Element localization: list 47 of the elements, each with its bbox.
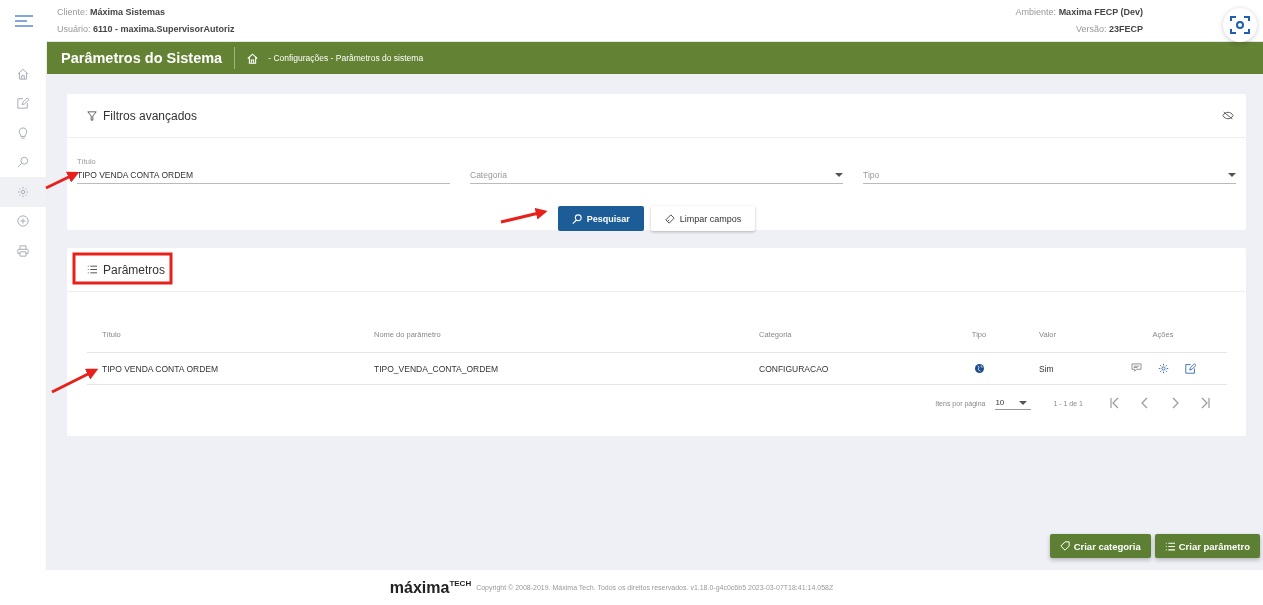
printer-icon xyxy=(17,244,29,257)
eraser-icon xyxy=(664,213,675,224)
plus-circle-icon xyxy=(17,215,29,228)
edit-icon xyxy=(17,97,29,110)
clear-button[interactable]: Limpar campos xyxy=(650,206,756,231)
first-page-icon[interactable] xyxy=(1109,397,1121,409)
scan-button[interactable] xyxy=(1223,8,1257,42)
search-icon xyxy=(571,213,582,224)
table-cell-text: CONFIGURACAO xyxy=(759,363,830,374)
filters-title: Filtros avançados xyxy=(103,108,198,123)
search-button[interactable]: Pesquisar xyxy=(557,206,644,231)
table-cell-text: TIPO VENDA CONTA ORDEM xyxy=(102,363,220,374)
gear-icon[interactable] xyxy=(1157,363,1169,374)
annotation-arrow xyxy=(45,171,80,190)
create-parameter-button[interactable]: Criar parâmetro xyxy=(1154,534,1260,558)
eye-slash-icon[interactable] xyxy=(1222,111,1234,120)
page-size-select[interactable]: 10 xyxy=(995,396,1032,410)
scan-icon xyxy=(1230,15,1250,35)
menu-icon[interactable] xyxy=(14,15,33,27)
comment-icon[interactable] xyxy=(1130,363,1142,372)
list-icon xyxy=(87,265,97,274)
client-text: Cliente: Máxima Sistemas xyxy=(57,7,167,17)
globe-icon xyxy=(974,364,984,373)
dropdown-caret-icon xyxy=(1228,173,1236,177)
tag-icon xyxy=(1059,541,1070,551)
environment-text: Ambiente: Maxima FECP (Dev) xyxy=(1015,7,1143,17)
gear-icon xyxy=(17,185,29,198)
edit-icon[interactable] xyxy=(1184,363,1196,374)
last-page-icon[interactable] xyxy=(1199,397,1211,409)
lightbulb-icon xyxy=(17,126,29,139)
user-text: Usuário: 6110 - maxima.SupervisorAutoriz xyxy=(57,24,235,34)
table-cell-text: TIPO_VENDA_CONTA_ORDEM xyxy=(374,363,500,374)
breadcrumb: - Configurações - Parâmetros do sistema xyxy=(268,53,424,63)
create-category-button[interactable]: Criar categoria xyxy=(1049,534,1151,558)
dropdown-caret-icon xyxy=(1019,400,1028,405)
annotation-arrow xyxy=(500,207,548,224)
page-title: Parâmetros do Sistema xyxy=(61,50,223,66)
table-cell-text: Sim xyxy=(1038,363,1055,374)
home-icon xyxy=(17,67,29,80)
version-text: Versão: 23FECP xyxy=(1075,24,1143,34)
home-icon[interactable] xyxy=(247,52,259,64)
parameters-title: Parâmetros xyxy=(103,262,166,277)
dropdown-caret-icon xyxy=(835,173,843,177)
search-icon xyxy=(17,156,29,169)
annotation-arrow xyxy=(51,368,99,394)
filter-icon xyxy=(87,110,97,121)
list-icon xyxy=(1164,541,1175,551)
